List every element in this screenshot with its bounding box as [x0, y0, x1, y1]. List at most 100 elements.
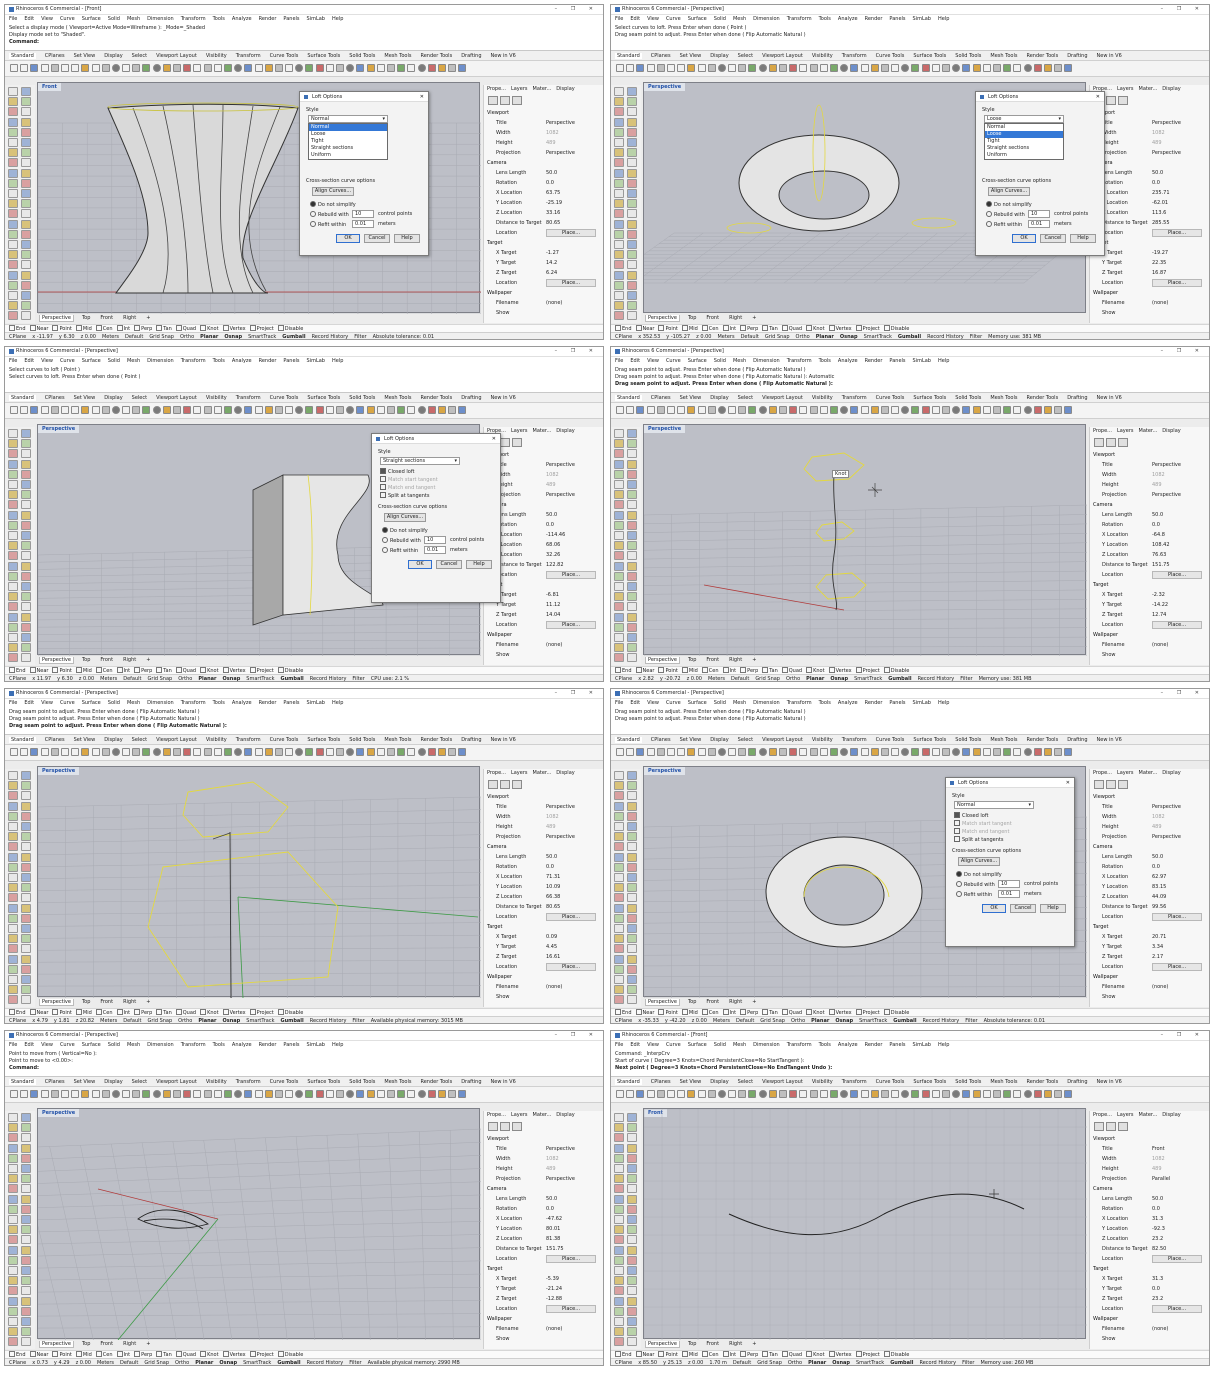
tool-icon[interactable] [193, 1090, 202, 1098]
tool-icon[interactable] [616, 406, 624, 414]
tool-icon[interactable] [627, 480, 637, 489]
tool-icon[interactable] [21, 653, 31, 663]
status-planar[interactable]: Planar [198, 676, 216, 681]
tool-icon[interactable] [101, 64, 110, 72]
toolbar-tab[interactable]: Solid Tools [349, 737, 375, 743]
tool-icon[interactable] [656, 1090, 665, 1098]
tool-icon[interactable] [829, 748, 838, 756]
tool-icon[interactable] [448, 1090, 457, 1098]
tool-icon[interactable] [627, 209, 637, 219]
tool-icon[interactable] [8, 985, 18, 995]
tool-icon[interactable] [901, 1090, 910, 1098]
tool-icon[interactable] [346, 406, 355, 414]
panel-tab[interactable]: Mater... [1139, 1112, 1158, 1118]
tool-icon[interactable] [111, 64, 120, 72]
tool-icon[interactable] [627, 291, 637, 300]
status-gumball[interactable]: Gumball [281, 676, 304, 681]
tool-icon[interactable] [21, 199, 31, 209]
tool-icon[interactable] [614, 117, 624, 127]
toolbar-tab[interactable]: New in V6 [1097, 737, 1122, 743]
tool-icon[interactable] [1003, 64, 1012, 72]
add-viewport-tab[interactable]: + [144, 1341, 152, 1347]
panel-tab[interactable]: Display [556, 86, 574, 92]
tool-icon[interactable] [10, 406, 18, 414]
tool-icon[interactable] [921, 406, 930, 414]
menu-file[interactable]: File [9, 16, 17, 22]
tool-icon[interactable] [614, 531, 624, 540]
place-button[interactable]: Place... [1152, 279, 1202, 287]
toolbar-tab[interactable]: Surface Tools [913, 1079, 946, 1085]
status-gumball[interactable]: Gumball [890, 1360, 913, 1365]
tool-icon[interactable] [911, 748, 920, 756]
tool-icon[interactable] [21, 520, 31, 530]
tool-icon[interactable] [193, 748, 202, 756]
tool-icon[interactable] [21, 985, 31, 995]
tool-icon[interactable] [779, 406, 787, 414]
tool-icon[interactable] [21, 97, 31, 107]
toolbar-tab[interactable]: Standard [9, 737, 36, 743]
tool-icon[interactable] [768, 748, 777, 756]
tool-icon[interactable] [614, 250, 624, 260]
close-icon[interactable]: ✕ [420, 92, 424, 102]
align-curves-button[interactable]: Align Curves... [384, 513, 426, 522]
tool-icon[interactable] [627, 1306, 637, 1316]
toolbar-tab[interactable]: New in V6 [491, 1079, 516, 1085]
tool-icon[interactable] [627, 531, 637, 540]
tool-icon[interactable] [346, 1090, 355, 1098]
status-ortho[interactable]: Ortho [791, 1018, 805, 1023]
tool-icon[interactable] [829, 64, 838, 72]
toolbar-tab[interactable]: Visibility [812, 395, 833, 401]
tool-icon[interactable] [132, 748, 141, 756]
toolbar-tab[interactable]: Viewport Layout [762, 395, 803, 401]
tool-icon[interactable] [779, 64, 787, 72]
command-prompt[interactable]: Drag seam point to adjust. Press Enter w… [615, 381, 1205, 388]
style-dropdown-list[interactable]: Normal Loose Tight Straight sections Uniform [308, 123, 388, 160]
tool-icon[interactable] [627, 883, 637, 893]
toolbar-tab[interactable]: Display [104, 737, 122, 743]
menu-edit[interactable]: Edit [630, 700, 640, 706]
menu-solid[interactable]: Solid [108, 358, 120, 364]
tool-icon[interactable] [707, 1090, 716, 1098]
panel-tab[interactable]: Mater... [1139, 86, 1158, 92]
tool-icon[interactable] [448, 64, 457, 72]
status-planar[interactable]: Planar [195, 1360, 213, 1365]
tool-icon[interactable] [315, 1090, 324, 1098]
rebuild-count-input[interactable]: 10 [998, 880, 1020, 888]
tool-icon[interactable] [254, 1090, 263, 1098]
rebuild-count-input[interactable]: 10 [352, 210, 374, 218]
toolbar-tab[interactable]: Curve Tools [270, 53, 299, 59]
tool-icon[interactable] [614, 964, 624, 974]
menu-panels[interactable]: Panels [283, 358, 299, 364]
tool-icon[interactable] [748, 748, 757, 756]
tool-icon[interactable] [891, 1090, 900, 1098]
status-gumball[interactable]: Gumball [280, 1018, 303, 1023]
rebuild-count-input[interactable]: 10 [1028, 210, 1050, 218]
tool-icon[interactable] [717, 748, 726, 756]
toolbar-tab[interactable]: Standard [615, 395, 642, 401]
window-controls[interactable]: – ❐ ✕ [1161, 1031, 1205, 1040]
menu-curve[interactable]: Curve [60, 700, 75, 706]
add-viewport-tab[interactable]: + [750, 1341, 758, 1347]
tool-icon[interactable] [627, 561, 637, 571]
tool-icon[interactable] [21, 1327, 31, 1337]
tool-icon[interactable] [789, 64, 798, 72]
menu-edit[interactable]: Edit [24, 16, 34, 22]
toolbar-tab[interactable]: Transform [842, 395, 867, 401]
tool-icon[interactable] [91, 748, 100, 756]
window-controls[interactable]: – ❐ ✕ [555, 689, 599, 698]
tool-icon[interactable] [614, 87, 624, 96]
tool-icon[interactable] [627, 1337, 637, 1347]
style-option[interactable]: Normal [309, 124, 387, 131]
toolbar-tab[interactable]: Surface Tools [307, 395, 340, 401]
tool-icon[interactable] [254, 406, 263, 414]
tool-icon[interactable] [687, 64, 696, 72]
tool-icon[interactable] [285, 64, 294, 72]
viewport-tab-perspective[interactable]: Perspective [645, 315, 680, 322]
toolbar-tab[interactable]: Select [132, 737, 147, 743]
tool-icon[interactable] [748, 64, 757, 72]
menu-transform[interactable]: Transform [787, 358, 812, 364]
panel-tab[interactable]: Display [556, 770, 574, 776]
tool-icon[interactable] [656, 64, 665, 72]
tool-icon[interactable] [614, 801, 624, 811]
menu-file[interactable]: File [9, 1042, 17, 1048]
